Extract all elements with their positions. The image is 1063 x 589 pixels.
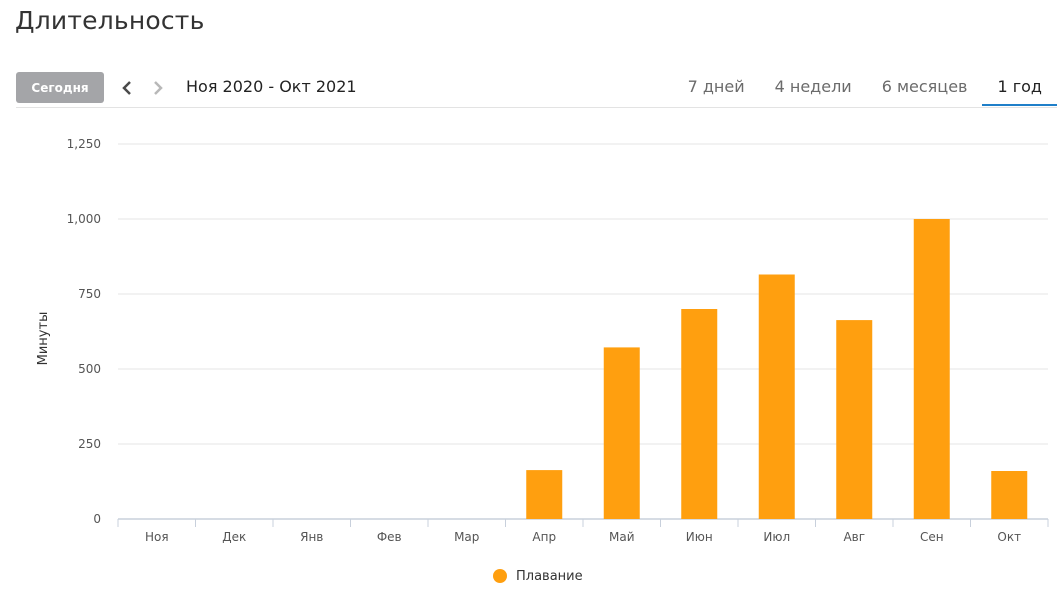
bar-6: [526, 470, 563, 519]
y-tick-label: 0: [93, 512, 101, 526]
bar-12: [991, 471, 1028, 519]
x-tick-label: Авг: [843, 530, 865, 544]
x-tick-label: Ноя: [145, 530, 169, 544]
x-tick-label: Апр: [532, 530, 556, 544]
x-tick-label: Окт: [997, 530, 1021, 544]
legend-label-swimming[interactable]: Плавание: [516, 569, 583, 584]
x-tick-label: Мар: [454, 530, 479, 544]
x-tick-label: Июн: [686, 530, 713, 544]
bar-10: [836, 320, 873, 519]
bar-9: [758, 274, 795, 519]
legend-swatch: [493, 569, 507, 583]
y-tick-label: 250: [78, 437, 101, 451]
y-axis-title: Минуты: [36, 312, 51, 366]
y-tick-label: 500: [78, 362, 101, 376]
duration-bar-chart: 0 250 500 750 1,000 1,250 Минуты Ноя Дек Янв Фев Ма…: [36, 137, 1049, 544]
x-tick-label: Дек: [222, 530, 246, 544]
chart-legend: Плавание: [493, 566, 583, 586]
bar-7: [603, 347, 640, 519]
x-tick-label: Фев: [377, 530, 402, 544]
y-tick-label: 1,250: [67, 137, 101, 151]
x-tick-label: Янв: [300, 530, 323, 544]
x-tick-label: Июл: [763, 530, 790, 544]
y-tick-label: 750: [78, 287, 101, 301]
y-tick-label: 1,000: [67, 212, 101, 226]
x-tick-label: Май: [609, 530, 635, 544]
bar-11: [913, 219, 950, 519]
bar-8: [681, 309, 718, 519]
x-tick-label: Сен: [920, 530, 944, 544]
